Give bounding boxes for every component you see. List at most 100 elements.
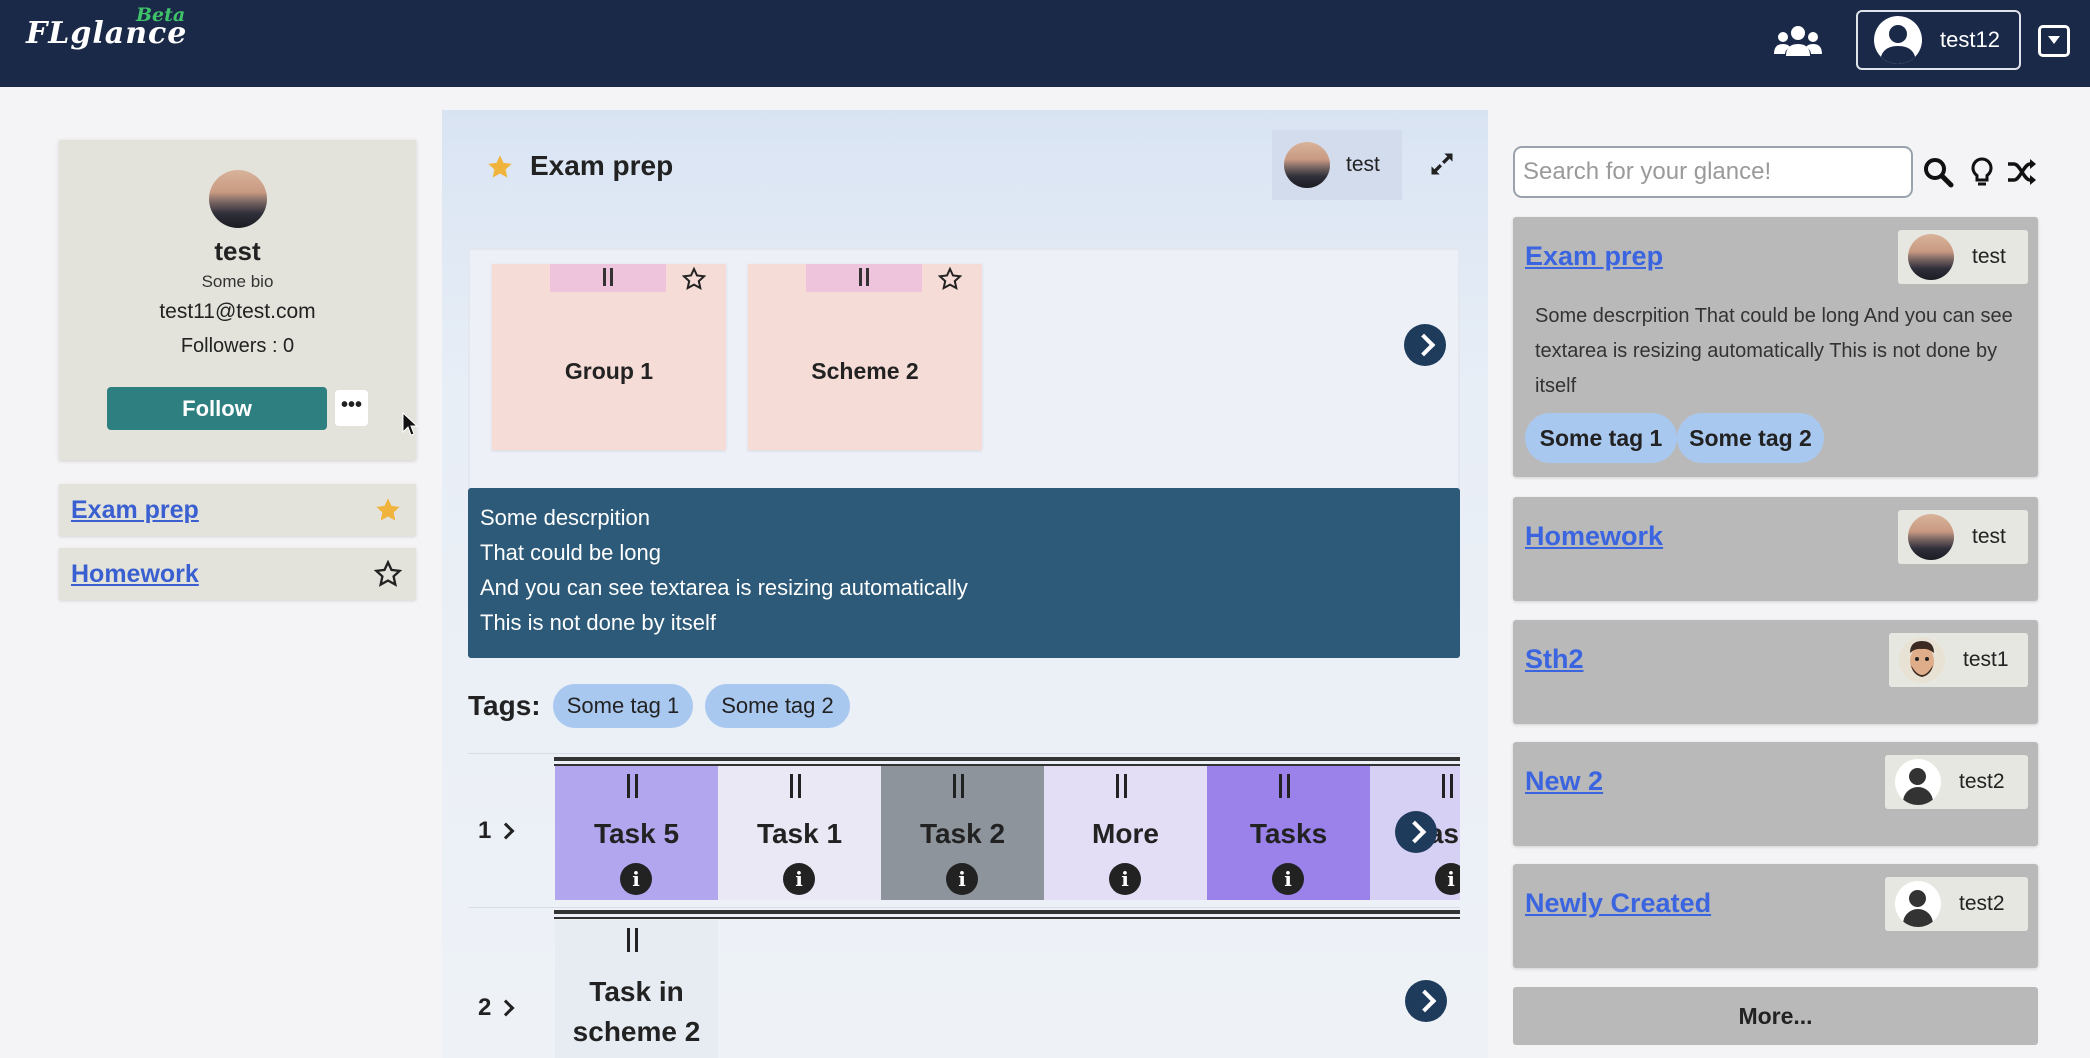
tag-chip[interactable]: Some tag 1 — [1525, 413, 1677, 463]
description-line: Some descrpition — [480, 505, 650, 530]
owner-name: test — [1972, 245, 2006, 268]
drag-handle-icon[interactable] — [1450, 774, 1453, 798]
result-title[interactable]: Homework — [1525, 521, 1663, 552]
result-title[interactable]: Newly Created — [1525, 888, 1711, 919]
result-title[interactable]: New 2 — [1525, 766, 1603, 797]
drag-handle-icon[interactable] — [953, 774, 956, 798]
result-owner[interactable]: test2 — [1885, 877, 2028, 931]
tags-label: Tags: — [468, 690, 541, 721]
task-label: Tasks — [1249, 818, 1328, 849]
group-label: Scheme 2 — [811, 358, 919, 384]
profile-name: test — [214, 236, 261, 266]
user-menu-button[interactable]: test12 — [1856, 10, 2021, 70]
row-top-line — [554, 757, 1460, 761]
memoji-avatar-icon — [1899, 637, 1945, 683]
task-card[interactable]: Task 2 i — [881, 766, 1044, 900]
lightbulb-icon[interactable] — [1966, 156, 1998, 188]
result-card[interactable]: New 2 test2 — [1513, 742, 2038, 846]
more-options-button[interactable]: ••• — [335, 390, 368, 426]
result-title[interactable]: Sth2 — [1525, 644, 1584, 675]
sidebar-item-homework[interactable]: Homework — [59, 548, 416, 600]
result-owner[interactable]: test — [1898, 510, 2028, 564]
owner-avatar — [1284, 142, 1330, 188]
search-icon[interactable] — [1922, 156, 1954, 188]
follow-button[interactable]: Follow — [107, 387, 327, 430]
row-number: 1 — [478, 817, 492, 844]
result-title[interactable]: Exam prep — [1525, 241, 1663, 272]
info-icon[interactable]: i — [1109, 863, 1141, 895]
task-card[interactable]: Task 5 i — [555, 766, 718, 900]
users-icon[interactable] — [1774, 22, 1822, 62]
group-label: Group 1 — [564, 358, 654, 384]
dropdown-caret-icon[interactable] — [2038, 25, 2070, 57]
chevron-right-icon[interactable] — [497, 822, 515, 840]
group-card[interactable]: Group 1 — [492, 264, 726, 450]
more-button[interactable]: More... — [1513, 987, 2038, 1045]
task-card[interactable]: More i — [1044, 766, 1207, 900]
next-arrow-icon[interactable] — [1405, 980, 1447, 1022]
glance-description[interactable]: Some descrpition That could be long And … — [468, 488, 1460, 658]
task-card[interactable]: Tasks i — [1207, 766, 1370, 900]
drag-handle-icon[interactable] — [1442, 774, 1445, 798]
drag-handle-icon[interactable] — [1124, 774, 1127, 798]
description-line: This is not done by itself — [480, 610, 717, 635]
task-label: Task 2 — [919, 818, 1006, 849]
star-outline-icon[interactable] — [938, 267, 962, 291]
drag-handle-icon[interactable] — [635, 774, 638, 798]
star-outline-icon[interactable] — [682, 267, 706, 291]
next-arrow-icon[interactable] — [1395, 811, 1437, 853]
shuffle-icon[interactable] — [2006, 156, 2038, 188]
star-filled-icon[interactable] — [486, 153, 514, 181]
drag-handle-icon[interactable] — [627, 928, 630, 952]
tag-chip[interactable]: Some tag 2 — [1677, 413, 1824, 463]
chevron-right-icon[interactable] — [497, 999, 515, 1017]
row-top-line — [554, 917, 1460, 919]
info-icon[interactable]: i — [783, 863, 815, 895]
sidebar-item-label[interactable]: Exam prep — [71, 496, 199, 525]
drag-handle-icon[interactable] — [627, 774, 630, 798]
task-card[interactable]: Task in scheme 2 — [555, 920, 718, 1058]
drag-handle-icon[interactable] — [635, 928, 638, 952]
drag-handle-icon[interactable] — [1116, 774, 1119, 798]
tag-chip[interactable]: Some tag 2 — [705, 684, 850, 728]
info-icon[interactable]: i — [1272, 863, 1304, 895]
drag-handle-icon[interactable] — [790, 774, 793, 798]
glance-owner[interactable]: test — [1272, 130, 1402, 200]
sidebar-item-exam-prep[interactable]: Exam prep — [59, 484, 416, 536]
group-card[interactable]: Scheme 2 — [748, 264, 982, 450]
user-avatar-icon — [1895, 881, 1941, 927]
result-card[interactable]: Exam prep test Some descrpition That cou… — [1513, 217, 2038, 477]
sidebar-item-label[interactable]: Homework — [71, 560, 199, 589]
drag-handle-icon[interactable] — [1279, 774, 1282, 798]
row-top-line — [554, 910, 1460, 914]
star-outline-icon[interactable] — [374, 560, 402, 588]
result-owner[interactable]: test — [1898, 230, 2028, 284]
result-card[interactable]: Sth2 test1 — [1513, 620, 2038, 724]
result-owner[interactable]: test1 — [1889, 633, 2028, 687]
row-separator — [468, 907, 1460, 908]
result-owner[interactable]: test2 — [1885, 755, 2028, 809]
username: test12 — [1940, 27, 2000, 52]
result-card[interactable]: Newly Created test2 — [1513, 864, 2038, 968]
owner-avatar — [1908, 234, 1954, 280]
drag-handle-icon[interactable] — [806, 264, 922, 292]
drag-handle-icon[interactable] — [961, 774, 964, 798]
info-icon[interactable]: i — [946, 863, 978, 895]
task-card[interactable]: Task 1 i — [718, 766, 881, 900]
profile-followers: Followers : 0 — [180, 335, 295, 357]
drag-handle-icon[interactable] — [798, 774, 801, 798]
info-icon[interactable]: i — [620, 863, 652, 895]
result-card[interactable]: Homework test — [1513, 497, 2038, 601]
info-icon[interactable]: i — [1435, 863, 1460, 895]
search-input[interactable] — [1513, 146, 1913, 198]
drag-handle-icon[interactable] — [550, 264, 666, 292]
task-strip: Task 5 i Task 1 i Task 2 i More i Tasks … — [555, 766, 1460, 900]
star-filled-icon[interactable] — [374, 496, 402, 524]
drag-handle-icon[interactable] — [1287, 774, 1290, 798]
profile-avatar — [209, 170, 267, 228]
profile-bio: Some bio — [201, 272, 274, 291]
expand-icon[interactable] — [1428, 150, 1456, 178]
next-arrow-icon[interactable] — [1404, 324, 1446, 366]
top-navbar: FLglance Beta test12 — [0, 0, 2090, 87]
tag-chip[interactable]: Some tag 1 — [553, 684, 693, 728]
